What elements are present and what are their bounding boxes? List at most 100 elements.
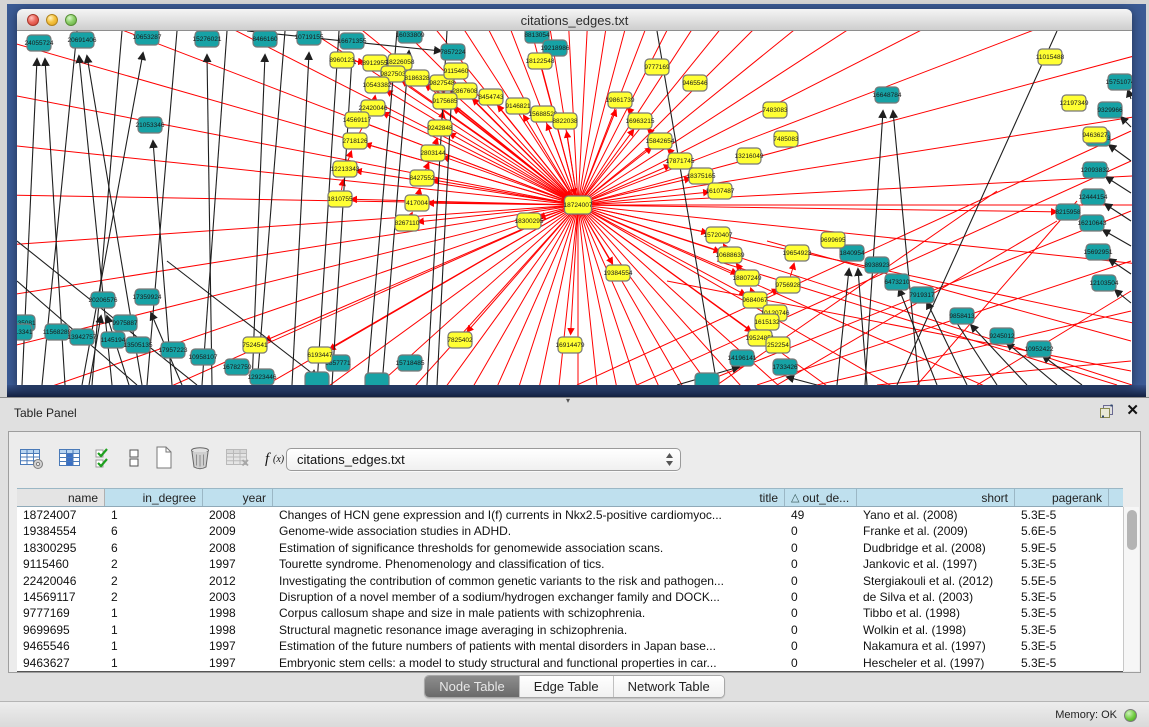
- graph-node[interactable]: 8822038: [552, 113, 578, 129]
- table-row[interactable]: 1872400712008Changes of HCN gene express…: [17, 507, 1123, 523]
- graph-node[interactable]: 15276021: [193, 31, 222, 47]
- network-window-titlebar[interactable]: citations_edges.txt: [17, 9, 1132, 31]
- table-cell[interactable]: 0: [785, 589, 857, 605]
- table-cell[interactable]: 0: [785, 655, 857, 671]
- graph-node[interactable]: 8427552: [409, 170, 435, 186]
- table-cell[interactable]: 18724007: [17, 507, 105, 523]
- graph-node[interactable]: 9756928: [775, 277, 801, 293]
- graph-node[interactable]: 9699695: [820, 232, 846, 248]
- graph-node[interactable]: 12197349: [1060, 95, 1089, 111]
- graph-node[interactable]: 12103504: [1090, 275, 1119, 291]
- graph-node[interactable]: 417004: [405, 195, 429, 211]
- split-pane-handle[interactable]: ▾: [566, 396, 570, 405]
- table-cell[interactable]: 1997: [203, 556, 273, 572]
- table-cell[interactable]: 5.3E-5: [1015, 589, 1109, 605]
- table-cell[interactable]: 5.3E-5: [1015, 556, 1109, 572]
- graph-node[interactable]: 16648784: [873, 87, 902, 103]
- table-cell[interactable]: 0: [785, 573, 857, 589]
- table-cell[interactable]: Estimation of the future numbers of pati…: [273, 638, 785, 654]
- table-cell[interactable]: 1: [105, 655, 203, 671]
- scrollbar-thumb[interactable]: [1127, 510, 1137, 550]
- graph-node[interactable]: 9146821: [505, 98, 531, 114]
- graph-node[interactable]: 21053346: [136, 117, 165, 133]
- graph-node[interactable]: 15692951: [1084, 244, 1113, 260]
- float-panel-icon[interactable]: [1099, 404, 1114, 418]
- table-cell[interactable]: 5.9E-5: [1015, 540, 1109, 556]
- table-cell[interactable]: 6: [105, 523, 203, 539]
- graph-node[interactable]: 10653287: [133, 31, 162, 45]
- table-cell[interactable]: Estimation of significance thresholds fo…: [273, 540, 785, 556]
- graph-node[interactable]: 16107487: [706, 183, 735, 199]
- close-panel-icon[interactable]: ✕: [1126, 404, 1139, 418]
- graph-node[interactable]: 9175685: [432, 93, 458, 109]
- network-graph[interactable]: 2405572420691406106532871527602184661601…: [17, 31, 1132, 385]
- graph-node[interactable]: 12444154: [1079, 189, 1108, 205]
- column-header-pagerank[interactable]: pagerank: [1015, 489, 1109, 506]
- graph-node[interactable]: 16671355: [338, 33, 367, 49]
- table-cell[interactable]: 1: [105, 638, 203, 654]
- graph-node[interactable]: 18122548: [526, 53, 555, 69]
- tab-edge-table[interactable]: Edge Table: [520, 676, 614, 697]
- graph-node[interactable]: 9975887: [112, 315, 138, 331]
- table-cell[interactable]: 1: [105, 622, 203, 638]
- graph-node[interactable]: 13216049: [735, 148, 764, 164]
- table-row[interactable]: 1830029562008Estimation of significance …: [17, 540, 1123, 556]
- table-cell[interactable]: 2009: [203, 523, 273, 539]
- graph-node[interactable]: 1733426: [772, 359, 798, 375]
- graph-node[interactable]: 8215958: [1055, 204, 1081, 220]
- graph-node[interactable]: 15720407: [704, 227, 733, 243]
- table-cell[interactable]: 2008: [203, 507, 273, 523]
- graph-node[interactable]: 19654923: [783, 245, 812, 261]
- graph-node[interactable]: 2718126: [342, 133, 368, 149]
- table-cell[interactable]: 9465546: [17, 638, 105, 654]
- column-header-in_degree[interactable]: in_degree: [105, 489, 203, 506]
- graph-node[interactable]: 20206576: [89, 292, 118, 308]
- delete-table-icon[interactable]: [225, 446, 251, 470]
- graph-node[interactable]: 15751074: [1106, 74, 1132, 90]
- table-cell[interactable]: Jankovic et al. (1997): [857, 556, 1015, 572]
- graph-node[interactable]: 14569117: [343, 112, 372, 128]
- graph-node[interactable]: 12923446: [248, 369, 277, 385]
- table-cell[interactable]: Stergiakouli et al. (2012): [857, 573, 1015, 589]
- graph-node[interactable]: 10719155: [295, 31, 324, 45]
- graph-node[interactable]: 13942757: [68, 329, 97, 345]
- table-cell[interactable]: 9115460: [17, 556, 105, 572]
- graph-node[interactable]: 15718485: [396, 355, 425, 371]
- table-row[interactable]: 2242004622012Investigating the contribut…: [17, 573, 1123, 589]
- table-cell[interactable]: 9463627: [17, 655, 105, 671]
- table-cell[interactable]: 19384554: [17, 523, 105, 539]
- table-cell[interactable]: 2: [105, 556, 203, 572]
- show-columns-icon[interactable]: [58, 446, 82, 470]
- graph-node[interactable]: 19861739: [606, 92, 635, 108]
- table-settings-icon[interactable]: [19, 446, 45, 470]
- column-header-year[interactable]: year: [203, 489, 273, 506]
- graph-node[interactable]: 1145194: [101, 332, 126, 348]
- graph-node[interactable]: 17957223: [159, 342, 188, 358]
- graph-node[interactable]: 17871745: [666, 153, 695, 169]
- graph-node[interactable]: 10958107: [189, 349, 218, 365]
- graph-node[interactable]: 10688639: [716, 247, 745, 263]
- graph-node[interactable]: 12093832: [1081, 162, 1110, 178]
- table-selector-dropdown[interactable]: citations_edges.txt: [286, 448, 681, 471]
- table-cell[interactable]: 0: [785, 523, 857, 539]
- graph-node[interactable]: 7857224: [440, 44, 466, 60]
- table-cell[interactable]: Changes of HCN gene expression and I(f) …: [273, 507, 785, 523]
- graph-node[interactable]: 12213343: [331, 161, 360, 177]
- table-cell[interactable]: 5.3E-5: [1015, 655, 1109, 671]
- graph-node[interactable]: 8938923: [864, 257, 890, 273]
- graph-node[interactable]: 9242848: [427, 120, 453, 136]
- table-row[interactable]: 1456911722003Disruption of a novel membe…: [17, 589, 1123, 605]
- column-header-name[interactable]: name: [17, 489, 105, 506]
- table-cell[interactable]: 2008: [203, 540, 273, 556]
- graph-node[interactable]: 8267110: [395, 215, 420, 231]
- graph-node[interactable]: 8186328: [404, 70, 430, 86]
- graph-node[interactable]: 3913341: [17, 324, 33, 340]
- graph-node[interactable]: [695, 373, 719, 385]
- table-cell[interactable]: Franke et al. (2009): [857, 523, 1015, 539]
- graph-node[interactable]: 18724007: [564, 196, 593, 214]
- table-cell[interactable]: 1998: [203, 605, 273, 621]
- delete-trash-icon[interactable]: [188, 445, 212, 471]
- graph-node[interactable]: 14196141: [728, 350, 757, 366]
- table-cell[interactable]: Tourette syndrome. Phenomenology and cla…: [273, 556, 785, 572]
- table-cell[interactable]: 14569117: [17, 589, 105, 605]
